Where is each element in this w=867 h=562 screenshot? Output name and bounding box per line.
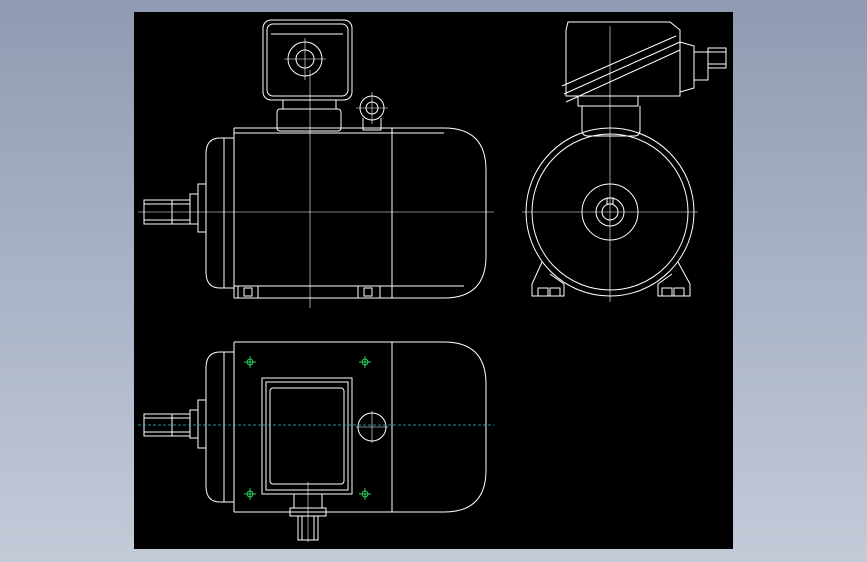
side-view — [522, 21, 727, 302]
top-shaft — [143, 399, 207, 449]
top-terminal-box — [261, 377, 353, 542]
end-shield — [522, 26, 698, 302]
motor-drawing — [138, 19, 727, 542]
top-body — [205, 341, 487, 513]
front-view — [138, 19, 494, 308]
lifting-eye — [356, 92, 388, 131]
top-view — [138, 341, 494, 542]
top-lifting-eye — [356, 411, 388, 443]
side-feet — [531, 261, 691, 297]
shaft — [138, 183, 494, 233]
feet — [234, 285, 464, 299]
side-terminal-box — [561, 21, 727, 137]
terminal-box — [262, 19, 353, 132]
motor-body — [205, 70, 487, 308]
cad-viewport[interactable] — [134, 12, 733, 549]
